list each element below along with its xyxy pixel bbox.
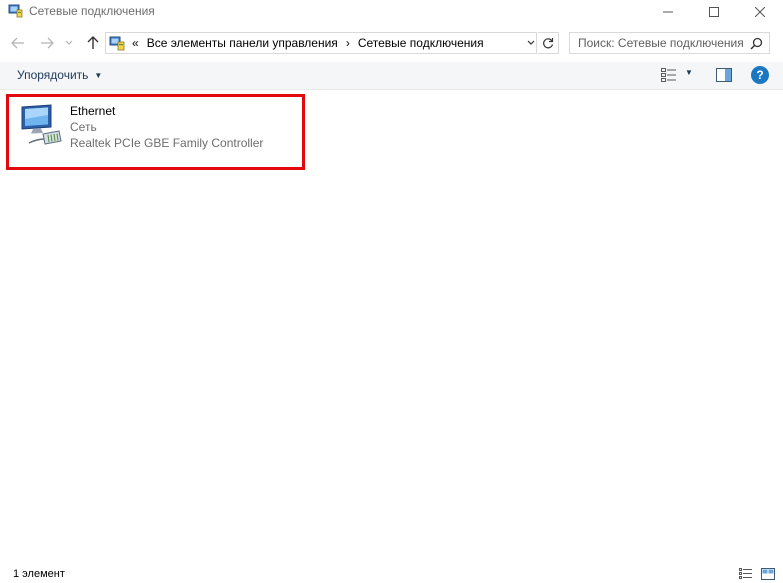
address-bar[interactable]: « Все элементы панели управления › Сетев… [105, 32, 537, 54]
tiles-view-icon[interactable] [761, 568, 775, 580]
minimize-icon [663, 11, 673, 12]
maximize-icon [709, 6, 719, 17]
file-list: Ethernet Сеть Realtek PCIe GBE Family Co… [0, 91, 783, 561]
chevron-down-icon [527, 40, 535, 45]
item-count: 1 элемент [13, 568, 65, 580]
navigation-bar: « Все элементы панели управления › Сетев… [0, 28, 783, 58]
organize-label: Упорядочить [17, 68, 89, 82]
change-view-icon[interactable] [661, 68, 677, 82]
refresh-icon [543, 38, 554, 49]
breadcrumb-separator[interactable]: › [346, 36, 350, 50]
network-adapter-icon [21, 104, 62, 145]
back-button[interactable] [8, 32, 28, 54]
breadcrumb-control-panel[interactable]: Все элементы панели управления [147, 36, 338, 50]
breadcrumb-network-connections[interactable]: Сетевые подключения [358, 36, 484, 50]
close-icon [755, 6, 765, 17]
close-button[interactable] [737, 0, 783, 23]
help-button[interactable]: ? [751, 66, 769, 84]
window-title: Сетевые подключения [29, 4, 155, 18]
forward-button[interactable] [37, 32, 57, 54]
network-connections-icon [109, 36, 125, 51]
status-bar: 1 элемент [0, 564, 783, 583]
view-options-dropdown-icon[interactable]: ▼ [685, 68, 693, 77]
arrow-up-icon [87, 36, 99, 49]
refresh-button[interactable] [538, 32, 559, 54]
details-view-icon[interactable] [739, 568, 753, 580]
search-icon[interactable] [750, 37, 763, 50]
breadcrumb-overflow[interactable]: « [132, 36, 139, 50]
item-name: Ethernet [70, 104, 116, 118]
recent-locations-button[interactable] [62, 32, 76, 54]
network-connections-icon [8, 4, 23, 18]
arrow-left-icon [11, 37, 24, 49]
caret-down-icon: ▼ [94, 70, 103, 80]
item-device-name: Realtek PCIe GBE Family Controller [70, 136, 264, 150]
maximize-button[interactable] [691, 0, 737, 23]
minimize-button[interactable] [645, 0, 691, 23]
preview-pane-icon[interactable] [716, 68, 732, 82]
network-item-ethernet[interactable]: Ethernet Сеть Realtek PCIe GBE Family Co… [6, 94, 305, 170]
command-bar: Упорядочить ▼ ▼ ? [0, 62, 783, 90]
arrow-right-icon [41, 37, 54, 49]
item-network-status: Сеть [70, 120, 97, 134]
title-bar: Сетевые подключения [0, 0, 783, 23]
organize-button[interactable]: Упорядочить ▼ [17, 68, 102, 82]
up-button[interactable] [83, 32, 103, 54]
help-icon: ? [756, 68, 764, 82]
address-history-dropdown[interactable] [524, 33, 538, 53]
chevron-down-icon [65, 40, 73, 45]
search-box[interactable] [569, 32, 770, 54]
search-input[interactable] [578, 36, 750, 50]
